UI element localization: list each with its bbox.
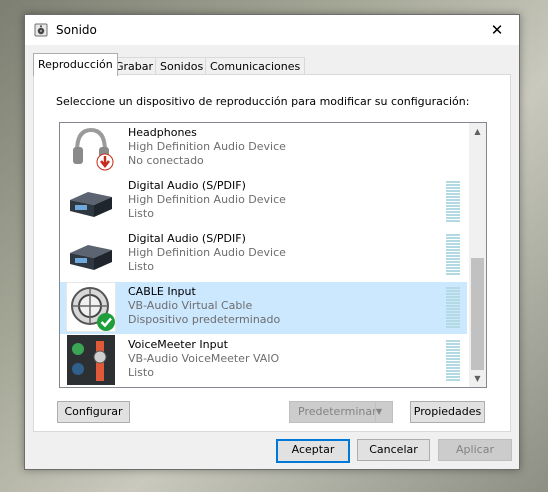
device-name: Headphones xyxy=(128,126,197,139)
device-item-selected[interactable]: CABLE Input VB-Audio Virtual Cable Dispo… xyxy=(60,282,467,334)
digital-audio-icon xyxy=(70,245,112,270)
device-status: Listo xyxy=(128,366,154,379)
sound-dialog: Sonido ✕ Reproducción Grabar Sonidos Com… xyxy=(24,14,520,470)
device-name: Digital Audio (S/PDIF) xyxy=(128,179,246,192)
device-description: High Definition Audio Device xyxy=(128,246,286,259)
headphones-icon xyxy=(73,127,114,171)
cancel-button[interactable]: Cancelar xyxy=(357,439,430,461)
instruction-text: Seleccione un dispositivo de reproducció… xyxy=(56,95,470,108)
device-item[interactable]: Digital Audio (S/PDIF) High Definition A… xyxy=(60,176,467,228)
tab-communications[interactable]: Comunicaciones xyxy=(205,57,306,75)
digital-audio-icon xyxy=(70,192,112,217)
device-item[interactable]: Digital Audio (S/PDIF) High Definition A… xyxy=(60,229,467,281)
scroll-down-icon[interactable]: ▼ xyxy=(469,370,486,387)
level-meter xyxy=(446,181,460,223)
level-meter xyxy=(446,340,460,382)
device-list[interactable]: Headphones High Definition Audio Device … xyxy=(59,122,487,388)
tab-sounds[interactable]: Sonidos xyxy=(155,57,209,75)
device-status: Dispositivo predeterminado xyxy=(128,313,281,326)
scroll-thumb[interactable] xyxy=(471,258,484,370)
device-name: CABLE Input xyxy=(128,285,196,298)
chevron-down-icon[interactable]: ▼ xyxy=(375,402,392,422)
set-default-button[interactable]: Predeterminar ▼ xyxy=(289,401,393,423)
device-item[interactable]: Headphones High Definition Audio Device … xyxy=(60,123,467,175)
device-description: VB-Audio VoiceMeeter VAIO xyxy=(128,352,280,365)
device-name: VoiceMeeter Input xyxy=(128,338,228,351)
level-meter xyxy=(446,287,460,329)
device-name: Digital Audio (S/PDIF) xyxy=(128,232,246,245)
properties-button[interactable]: Propiedades xyxy=(410,401,485,423)
set-default-label: Predeterminar xyxy=(298,405,377,418)
device-status: Listo xyxy=(128,260,154,273)
device-item[interactable]: VoiceMeeter Input VB-Audio VoiceMeeter V… xyxy=(60,335,467,387)
accept-button[interactable]: Aceptar xyxy=(276,439,350,463)
scroll-up-icon[interactable]: ▲ xyxy=(469,123,486,140)
apply-button[interactable]: Aplicar xyxy=(438,439,512,461)
device-description: VB-Audio Virtual Cable xyxy=(128,299,253,312)
cable-input-icon xyxy=(66,282,116,332)
device-description: High Definition Audio Device xyxy=(128,193,286,206)
close-button[interactable]: ✕ xyxy=(475,15,519,45)
vertical-scrollbar[interactable]: ▲ ▼ xyxy=(469,123,486,387)
title-bar: Sonido ✕ xyxy=(25,15,519,45)
voicemeeter-icon xyxy=(67,335,115,385)
configure-button[interactable]: Configurar xyxy=(57,401,130,423)
device-description: High Definition Audio Device xyxy=(128,140,286,153)
playback-panel: Seleccione un dispositivo de reproducció… xyxy=(33,74,511,432)
window-title: Sonido xyxy=(56,23,97,37)
tab-playback[interactable]: Reproducción xyxy=(33,53,118,76)
device-status: No conectado xyxy=(128,154,204,167)
device-status: Listo xyxy=(128,207,154,220)
level-meter xyxy=(446,234,460,276)
speaker-icon xyxy=(34,23,48,37)
